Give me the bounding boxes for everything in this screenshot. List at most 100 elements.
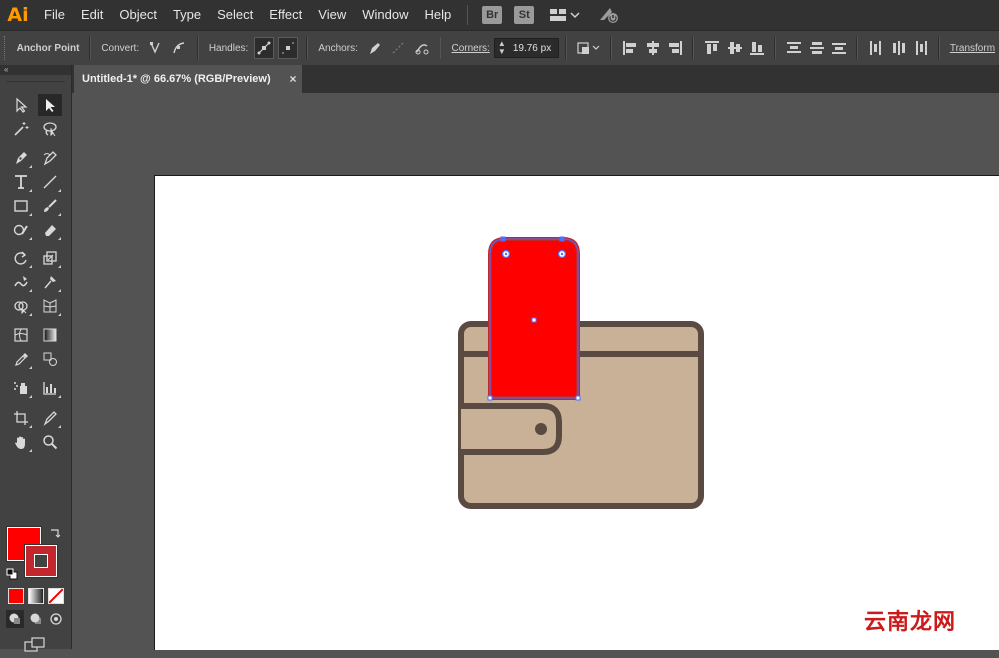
artboard[interactable] <box>154 175 999 650</box>
draw-normal-icon[interactable] <box>6 610 24 628</box>
anchor-point-label: Anchor Point <box>16 42 80 54</box>
align-vertical-center-icon[interactable] <box>727 41 742 55</box>
document-tab-title[interactable]: Untitled-1* @ 66.67% (RGB/Preview) <box>74 73 284 85</box>
mesh-tool-icon[interactable] <box>9 324 33 346</box>
menu-edit[interactable]: Edit <box>73 0 111 30</box>
convert-to-smooth-icon[interactable] <box>169 37 189 59</box>
rectangle-tool-icon[interactable] <box>9 195 33 217</box>
tools-collapse-button[interactable]: « <box>0 65 71 75</box>
artboard-tool-icon[interactable] <box>9 407 33 429</box>
distribute-left-icon[interactable] <box>869 41 882 55</box>
draw-behind-icon[interactable] <box>27 610 45 628</box>
anchor-point[interactable] <box>487 395 493 401</box>
anchor-point[interactable] <box>500 236 506 242</box>
menu-help[interactable]: Help <box>416 0 459 30</box>
divider <box>196 37 199 59</box>
document-tab-bar: Untitled-1* @ 66.67% (RGB/Preview) × <box>72 65 999 93</box>
menu-object[interactable]: Object <box>111 0 165 30</box>
paintbrush-tool-icon[interactable] <box>38 195 62 217</box>
pen-tool-icon[interactable] <box>9 147 33 169</box>
none-mode-button[interactable] <box>48 588 64 604</box>
gradient-tool-icon[interactable] <box>38 324 62 346</box>
swap-fill-stroke-icon[interactable] <box>49 526 61 544</box>
distribute-bottom-icon[interactable] <box>832 41 847 55</box>
convert-to-corner-icon[interactable] <box>145 37 165 59</box>
menu-view[interactable]: View <box>310 0 354 30</box>
app-logo: Ai <box>7 4 29 26</box>
anchor-point[interactable] <box>575 395 581 401</box>
puppet-warp-tool-icon[interactable] <box>38 271 62 293</box>
zoom-tool-icon[interactable] <box>38 431 62 453</box>
type-tool-icon[interactable] <box>9 171 33 193</box>
shaper-tool-icon[interactable] <box>9 219 33 241</box>
magic-wand-tool-icon[interactable] <box>9 118 33 140</box>
symbol-sprayer-tool-icon[interactable] <box>9 377 33 399</box>
document-tab[interactable]: Untitled-1* @ 66.67% (RGB/Preview) × <box>74 65 302 93</box>
transform-link[interactable]: Transform <box>946 43 999 54</box>
corners-value[interactable]: 19.76 px <box>509 43 551 54</box>
anchors-label: Anchors: <box>318 42 358 54</box>
divider <box>306 37 309 59</box>
slice-tool-icon[interactable] <box>38 407 62 429</box>
corners-field[interactable]: ▲ ▼ 19.76 px <box>493 38 560 58</box>
divider <box>439 37 442 59</box>
menu-window[interactable]: Window <box>354 0 416 30</box>
rotate-tool-icon[interactable] <box>9 247 33 269</box>
menu-file[interactable]: File <box>36 0 73 30</box>
align-horizontal-center-icon[interactable] <box>646 41 659 55</box>
scale-tool-icon[interactable] <box>38 247 62 269</box>
align-bottom-icon[interactable] <box>750 41 765 55</box>
distribute-center-icon[interactable] <box>809 41 824 55</box>
lasso-tool-icon[interactable] <box>38 118 62 140</box>
divider <box>774 37 776 59</box>
draw-inside-icon[interactable] <box>47 610 65 628</box>
control-bar-grip[interactable] <box>4 36 9 60</box>
corners-label[interactable]: Corners: <box>447 43 493 54</box>
curvature-tool-icon[interactable] <box>38 147 62 169</box>
default-fill-stroke-icon[interactable] <box>6 567 18 585</box>
blend-tool-icon[interactable] <box>38 348 62 370</box>
corners-stepper[interactable]: ▲ ▼ <box>495 40 509 56</box>
close-tab-icon[interactable]: × <box>284 72 302 86</box>
align-top-icon[interactable] <box>705 41 720 55</box>
menu-select[interactable]: Select <box>209 0 261 30</box>
eyedropper-tool-icon[interactable] <box>9 348 33 370</box>
remove-anchor-icon[interactable] <box>364 37 384 59</box>
align-left-icon[interactable] <box>623 41 637 55</box>
warp-tool-icon[interactable] <box>9 271 33 293</box>
distribute-top-icon[interactable] <box>786 41 801 55</box>
tools-panel-grip[interactable] <box>6 75 65 82</box>
live-corner-widget-dot <box>560 252 564 256</box>
stock-button[interactable]: St <box>514 6 535 24</box>
sync-icon[interactable] <box>598 6 620 24</box>
artwork[interactable] <box>155 176 999 650</box>
menu-type[interactable]: Type <box>165 0 209 30</box>
eraser-tool-icon[interactable] <box>38 219 62 241</box>
perspective-grid-tool-icon[interactable] <box>38 295 62 317</box>
color-mode-button[interactable] <box>8 588 24 604</box>
menu-effect[interactable]: Effect <box>261 0 310 30</box>
connect-anchors-icon[interactable] <box>388 37 408 59</box>
selection-tool-icon[interactable] <box>9 94 33 116</box>
distribute-right-icon[interactable] <box>914 41 928 55</box>
bridge-button[interactable]: Br <box>482 6 503 24</box>
anchor-point[interactable] <box>559 236 565 242</box>
show-handles-icon[interactable] <box>254 37 275 59</box>
workspace-layout-icon[interactable] <box>550 8 580 22</box>
divider <box>856 37 858 59</box>
change-screen-mode-icon[interactable] <box>24 637 46 658</box>
hand-tool-icon[interactable] <box>9 431 33 453</box>
stroke-color-swatch[interactable] <box>24 544 58 578</box>
cut-path-icon[interactable] <box>412 37 432 59</box>
gradient-mode-button[interactable] <box>28 588 44 604</box>
select-similar-icon[interactable] <box>575 37 602 59</box>
line-segment-tool-icon[interactable] <box>38 171 62 193</box>
align-right-icon[interactable] <box>668 41 683 55</box>
canvas-area[interactable] <box>72 93 999 650</box>
distribute-horizontal-center-icon[interactable] <box>892 41 905 55</box>
direct-selection-tool-icon[interactable] <box>38 94 62 116</box>
live-corner-widget-dot <box>504 252 508 256</box>
column-graph-tool-icon[interactable] <box>38 377 62 399</box>
hide-handles-icon[interactable] <box>278 37 299 59</box>
shape-builder-tool-icon[interactable] <box>9 295 33 317</box>
